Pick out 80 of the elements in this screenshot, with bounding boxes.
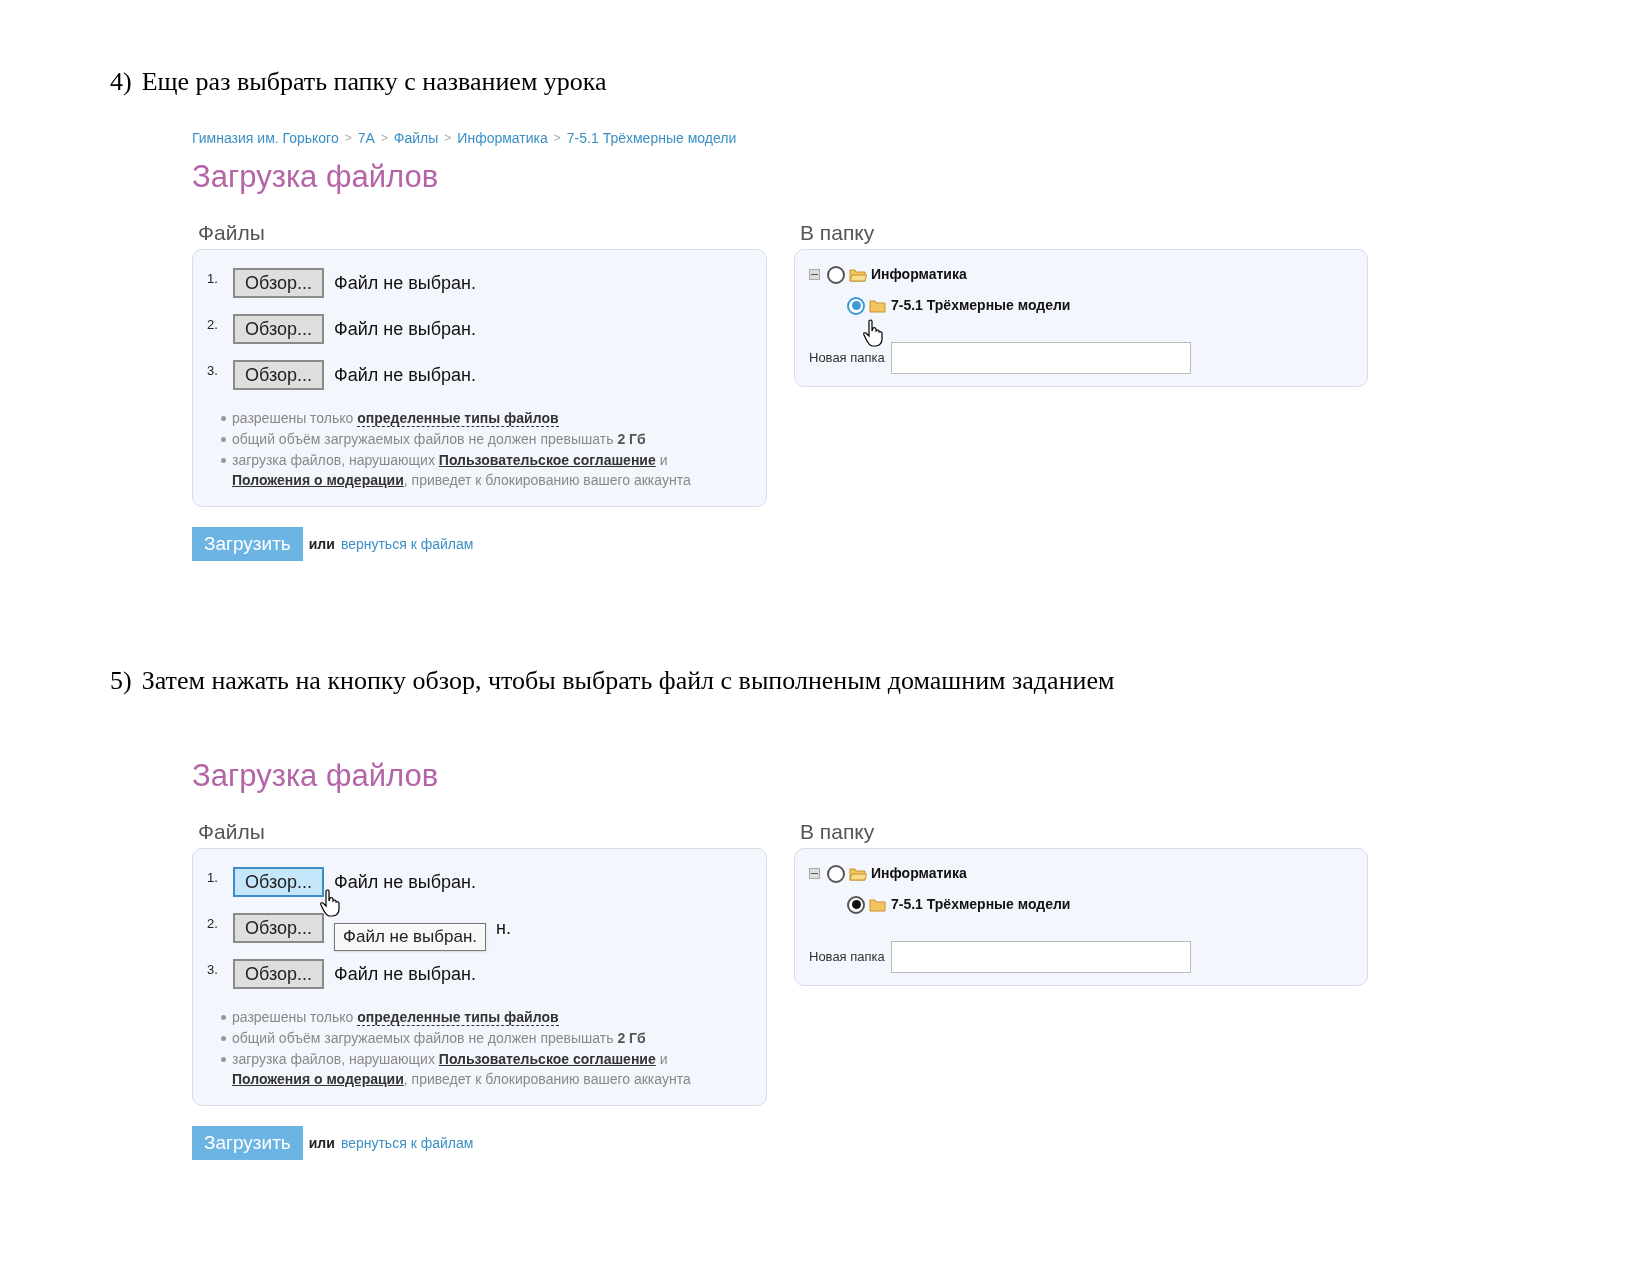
collapse-icon[interactable] (809, 868, 820, 879)
row-number: 1. (207, 869, 219, 888)
new-folder-label: Новая папка (809, 948, 885, 967)
bullet-icon (221, 437, 226, 442)
breadcrumb-separator: > (553, 130, 561, 147)
folder-name[interactable]: Информатика (871, 264, 967, 285)
rule-text: разрешены только определенные типы файлов (232, 409, 559, 428)
folder-icon (869, 897, 887, 912)
row-number: 3. (207, 362, 219, 381)
browse-button[interactable]: Обзор... (233, 867, 324, 897)
radio-button[interactable] (847, 895, 865, 914)
browse-button[interactable]: Обзор... (233, 959, 324, 989)
radio-button[interactable] (847, 296, 865, 315)
folder-name[interactable]: 7-5.1 Трёхмерные модели (891, 295, 1071, 316)
breadcrumb-link[interactable]: Гимназия им. Горького (192, 127, 339, 149)
radio-button[interactable] (827, 265, 845, 284)
section-heading: В папку (799, 220, 876, 246)
step-number: 4) (110, 66, 132, 98)
breadcrumb-separator: > (380, 130, 388, 147)
rules-link[interactable]: Пользовательское соглашение (438, 1051, 656, 1067)
back-to-files-link[interactable]: вернуться к файлам (340, 1132, 474, 1154)
rule-text: загрузка файлов, нарушающих Пользовательское соглашение и Положения о модерации, приведет к блокированию вашего аккаунта (232, 451, 692, 490)
new-folder-field[interactable] (890, 342, 1191, 374)
bullet-icon (221, 458, 226, 463)
new-folder-field[interactable] (890, 941, 1191, 973)
rule-text: разрешены только определенные типы файлов (232, 1008, 559, 1027)
back-to-files-link[interactable]: вернуться к файлам (340, 533, 474, 555)
rule-text: загрузка файлов, нарушающих Пользовательское соглашение и Положения о модерации, приведет к блокированию вашего аккаунта (232, 1050, 692, 1089)
file-status: Файл не выбран. (334, 870, 476, 894)
file-types-link[interactable]: определенные типы файлов (357, 1009, 559, 1026)
step-number: 5) (110, 665, 132, 697)
tooltip: Файл не выбран. (334, 923, 487, 951)
file-status: Файл не выбран. (334, 363, 476, 387)
browse-button[interactable]: Обзор... (233, 913, 324, 943)
collapse-icon[interactable] (809, 269, 820, 280)
or-text: или (308, 534, 335, 554)
breadcrumb-link[interactable]: Информатика (457, 127, 548, 149)
file-status: н. (496, 916, 512, 940)
or-text: или (308, 1133, 335, 1153)
radio-button[interactable] (827, 864, 845, 883)
row-number: 2. (207, 316, 219, 335)
file-status: Файл не выбран. (334, 271, 476, 295)
new-folder-label: Новая папка (809, 349, 885, 368)
open-folder-icon (849, 267, 867, 282)
rule-text: общий объём загружаемых файлов не должен превышать 2 Гб (232, 430, 646, 449)
breadcrumb-link[interactable]: Файлы (393, 127, 439, 149)
rules-link[interactable]: Пользовательское соглашение (438, 452, 656, 468)
file-status: Файл не выбран. (334, 317, 476, 341)
hand-cursor-icon (320, 889, 342, 917)
section-heading: В папку (799, 819, 876, 845)
file-types-link[interactable]: определенные типы файлов (357, 410, 559, 427)
rules-link[interactable]: Положения о модерации (232, 472, 404, 488)
folder-icon (869, 298, 887, 313)
breadcrumb-separator: > (344, 130, 352, 147)
section-heading: Файлы (197, 220, 266, 246)
step-instruction: Затем нажать на кнопку обзор, чтобы выбрать файл с выполненым домашним заданием (141, 665, 1115, 697)
folder-name[interactable]: 7-5.1 Трёхмерные модели (891, 894, 1071, 915)
rule-text: общий объём загружаемых файлов не должен превышать 2 Гб (232, 1029, 646, 1048)
row-number: 2. (207, 915, 219, 934)
rules-link[interactable]: Положения о модерации (232, 1071, 404, 1087)
bullet-icon (221, 1057, 226, 1062)
breadcrumb-link[interactable]: 7А (357, 127, 375, 149)
bullet-icon (221, 416, 226, 421)
row-number: 1. (207, 270, 219, 289)
row-number: 3. (207, 961, 219, 980)
open-folder-icon (849, 866, 867, 881)
hand-cursor-icon (863, 318, 885, 347)
browse-button[interactable]: Обзор... (233, 268, 324, 298)
folder-name[interactable]: Информатика (871, 863, 967, 884)
bullet-icon (221, 1036, 226, 1041)
breadcrumb-separator: > (444, 130, 452, 147)
section-heading: Файлы (197, 819, 266, 845)
file-status: Файл не выбран. (334, 962, 476, 986)
browse-button[interactable]: Обзор... (233, 314, 324, 344)
browse-button[interactable]: Обзор... (233, 360, 324, 390)
page-title: Загрузка файлов (192, 757, 440, 795)
bullet-icon (221, 1015, 226, 1020)
breadcrumb-link[interactable]: 7-5.1 Трёхмерные модели (566, 127, 737, 149)
page-title: Загрузка файлов (192, 158, 440, 196)
step-instruction: Еще раз выбрать папку с названием урока (141, 66, 607, 98)
